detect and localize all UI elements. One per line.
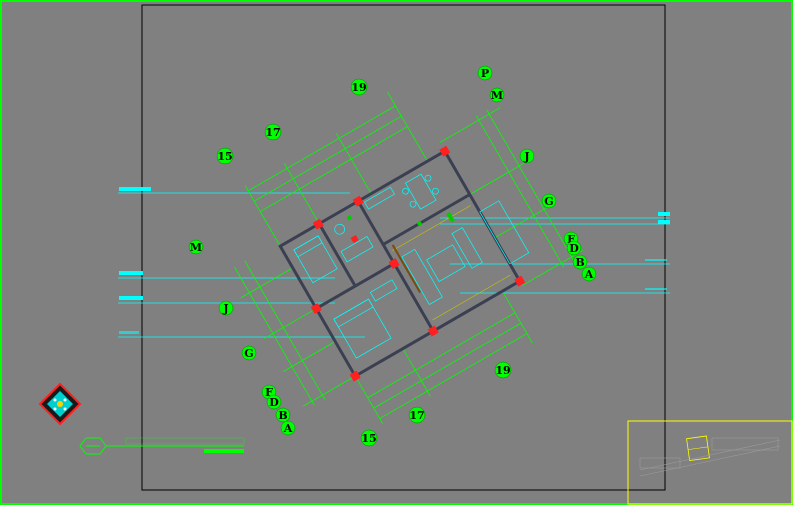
grid-bubble-label: 17 [265, 126, 280, 139]
grid-bubble-label: 17 [409, 409, 424, 422]
thumbnail-annotations [639, 437, 781, 477]
section-lines-right [440, 217, 670, 294]
grid-bubble-label: J [523, 150, 529, 163]
grid-bubble-15: 15 [360, 429, 378, 447]
grid-bubble-label: D [269, 396, 279, 409]
grid-bubble-j: J [218, 300, 234, 316]
viewport-preview[interactable] [627, 420, 793, 505]
grid-bubble-g: G [241, 345, 257, 361]
grid-bubble-19: 19 [494, 361, 512, 379]
grid-bubble-label: 15 [361, 432, 376, 445]
grid-bubble-17: 17 [264, 123, 282, 141]
section-markers-left [119, 187, 151, 334]
grid-bubble-17: 17 [408, 406, 426, 424]
grid-bubble-a: A [581, 266, 597, 282]
grid-bubble-d: D [566, 240, 582, 256]
grid-bubble-label: G [544, 195, 553, 208]
grid-bubble-label: 19 [495, 364, 510, 377]
drawing-title-block [79, 437, 245, 455]
grid-bubble-g: G [541, 193, 557, 209]
grid-bubble-m: M [188, 239, 204, 255]
annotation-lines [392, 205, 511, 321]
grid-bubbles: PMJGFDBA191715MJGFDBA191715 [188, 65, 597, 447]
grid-bubble-label: B [575, 256, 584, 269]
grid-bubble-d: D [266, 394, 282, 410]
grid-bubble-label: J [222, 302, 228, 315]
grid-bubble-b: B [572, 254, 588, 270]
grid-bubble-label: D [569, 242, 579, 255]
cad-drawing-canvas[interactable]: PMJGFDBA191715MJGFDBA191715 [0, 0, 793, 505]
floor-plan-thumbnail-icon [686, 435, 710, 462]
grid-bubble-label: A [283, 422, 293, 435]
grid-bubble-label: 19 [351, 81, 366, 94]
grid-bubble-p: P [477, 65, 493, 81]
grid-bubble-label: G [244, 347, 253, 360]
grid-bubble-label: B [278, 409, 287, 422]
grid-bubble-label: 15 [217, 150, 232, 163]
compass-rose-icon [38, 382, 82, 426]
grid-bubble-b: B [275, 407, 291, 423]
dimension-lines [234, 91, 584, 424]
section-lines-left [118, 192, 365, 338]
grid-bubble-label: A [584, 268, 594, 281]
room-accents [346, 211, 455, 227]
grid-bubble-15: 15 [216, 147, 234, 165]
grid-bubble-j: J [519, 148, 535, 164]
sheet-frame [141, 4, 666, 491]
grid-bubble-label: P [481, 67, 489, 80]
grid-bubble-label: M [491, 89, 503, 102]
grid-bubble-19: 19 [350, 78, 368, 96]
grid-bubble-a: A [280, 420, 296, 436]
rotated-floor-plan [234, 91, 584, 424]
grid-bubble-label: M [190, 241, 202, 254]
grid-bubble-m: M [489, 87, 505, 103]
